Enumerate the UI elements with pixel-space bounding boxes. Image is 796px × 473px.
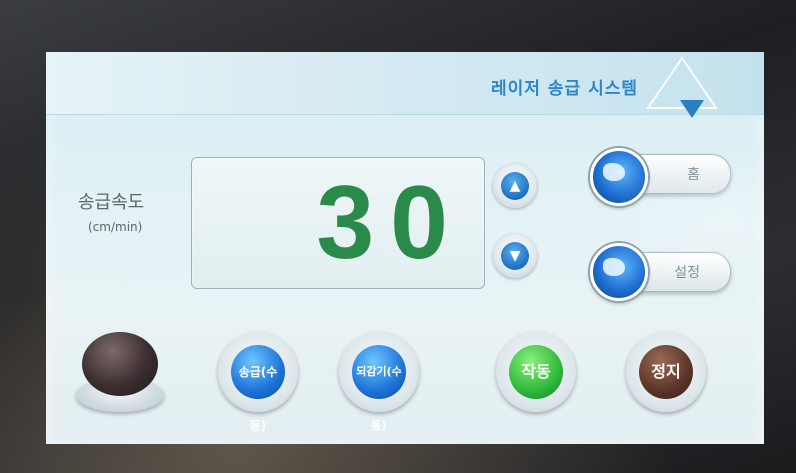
emergency-button[interactable] xyxy=(76,332,164,416)
start-button-label: 작동 xyxy=(509,345,563,399)
feed-speed-unit: (cm/min) xyxy=(88,220,143,234)
feed-speed-label: 송급속도 xyxy=(78,192,145,213)
home-button-label: 홈 xyxy=(687,167,700,183)
settings-button-label: 설정 xyxy=(674,265,700,281)
globe-icon xyxy=(590,243,648,301)
system-title: 레이저 송급 시스템 xyxy=(491,79,638,99)
touch-screen: 레이저 송급 시스템 송급속도 (cm/min) 30 ▲ ▼ 홈 설정 송급(… xyxy=(46,52,764,444)
emergency-button-cap xyxy=(82,332,158,396)
start-button[interactable]: 작동 xyxy=(496,332,576,412)
rewind-manual-button[interactable]: 되감기(수동) xyxy=(339,332,419,432)
chevron-up-icon: ▲ xyxy=(501,172,529,200)
chevron-down-icon: ▼ xyxy=(501,242,529,270)
feed-manual-label: 송급(수동) xyxy=(231,345,285,433)
rewind-manual-label: 되감기(수동) xyxy=(352,345,406,432)
feed-manual-button[interactable]: 송급(수동) xyxy=(218,332,298,433)
triangle-marker-icon xyxy=(680,100,704,118)
stop-button[interactable]: 정지 xyxy=(626,332,706,412)
feed-speed-display[interactable]: 30 xyxy=(191,157,485,289)
feed-speed-value: 30 xyxy=(316,165,464,281)
speed-down-button[interactable]: ▼ xyxy=(493,234,537,278)
globe-icon xyxy=(590,148,648,206)
speed-up-button[interactable]: ▲ xyxy=(493,164,537,208)
stop-button-label: 정지 xyxy=(639,345,693,399)
